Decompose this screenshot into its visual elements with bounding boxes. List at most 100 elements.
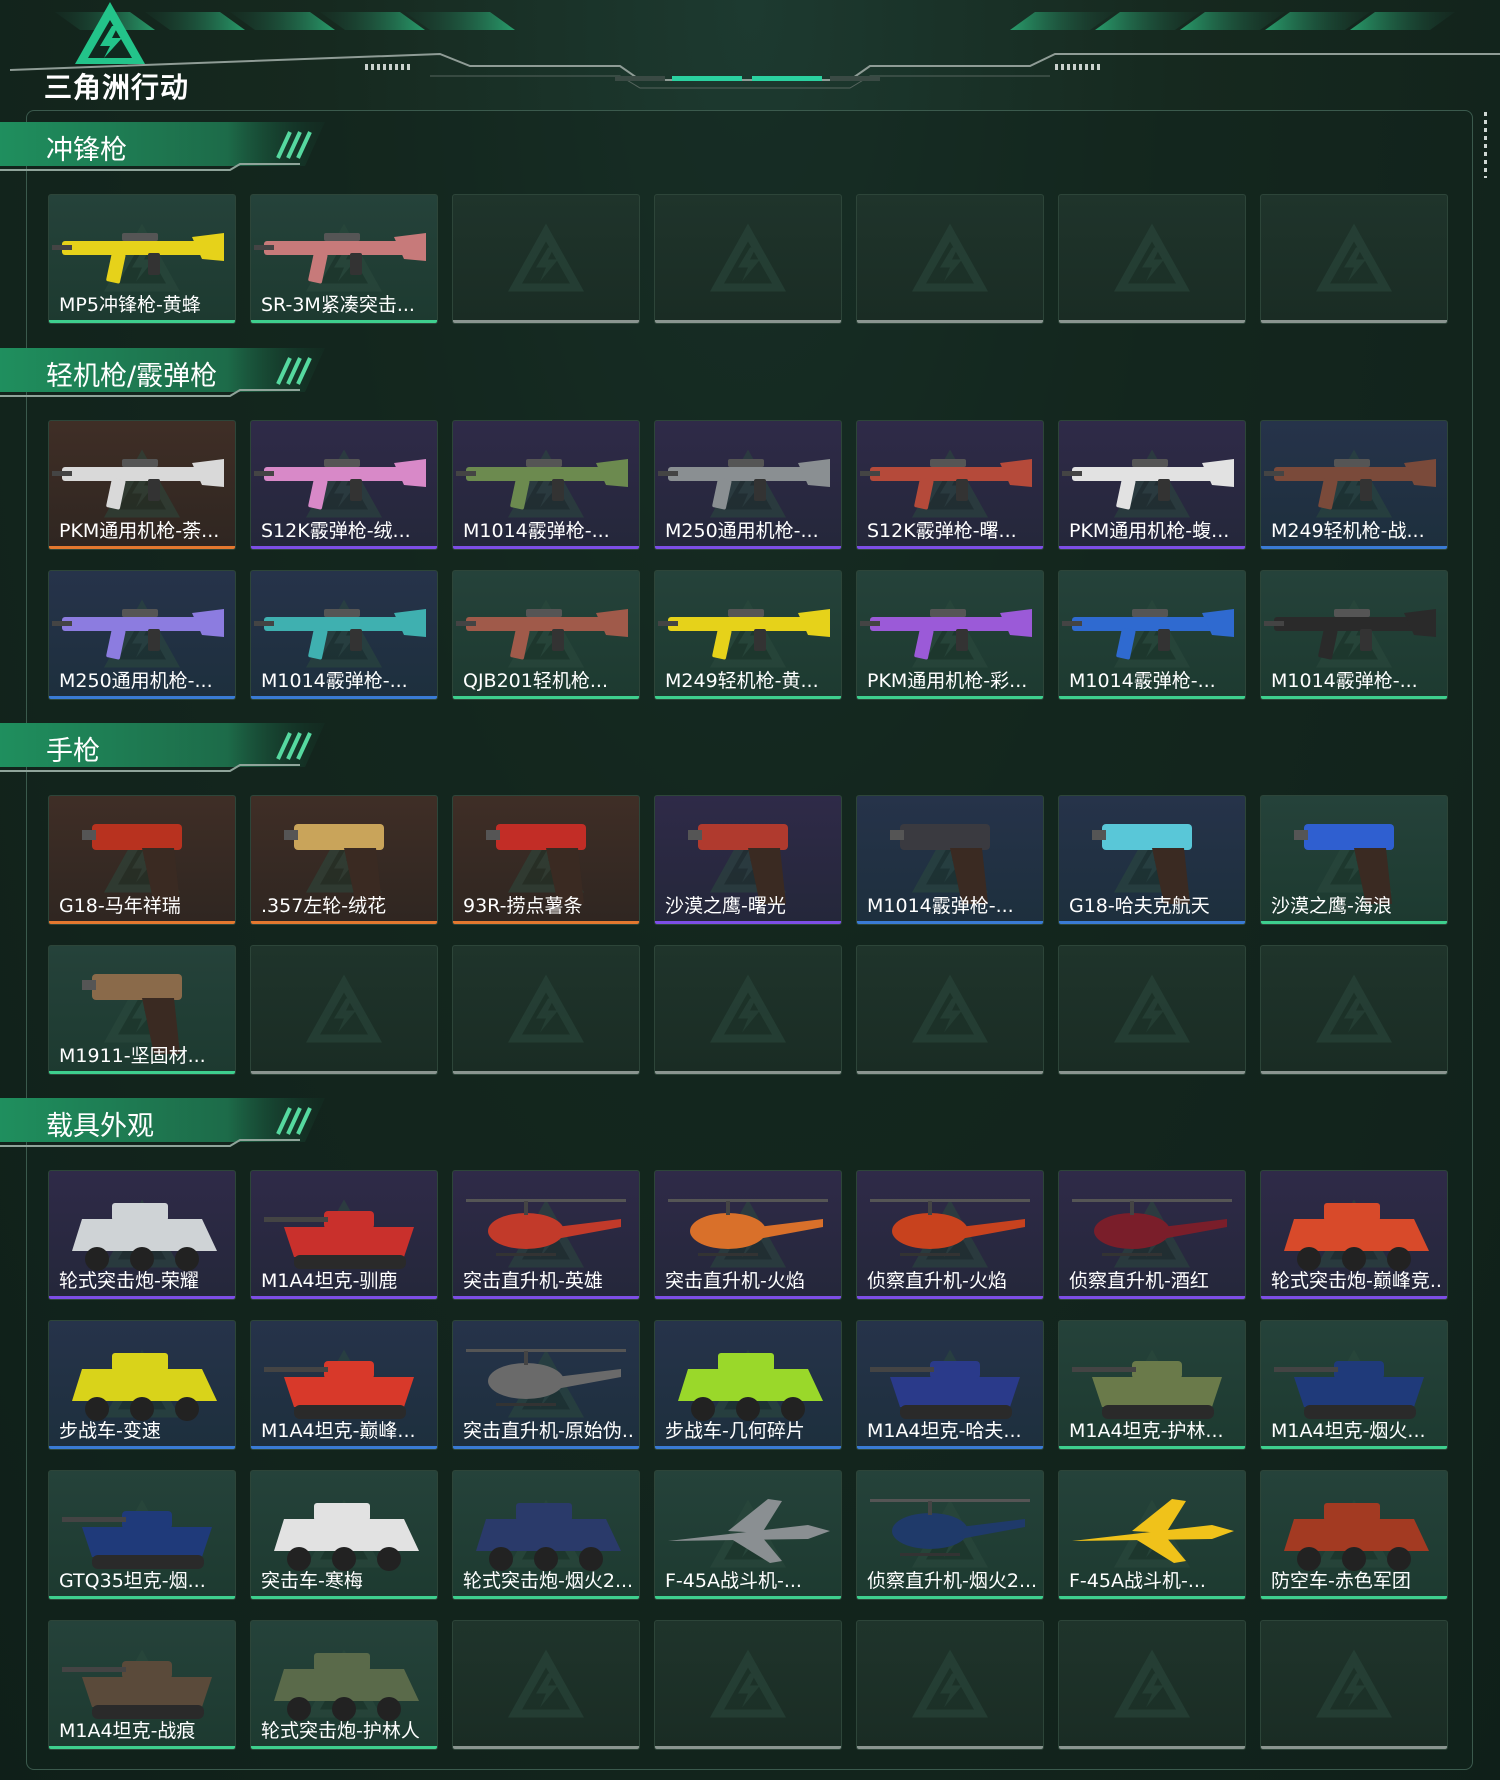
- skin-card[interactable]: F-45A战斗机-...: [1058, 1470, 1246, 1600]
- skin-card-label: M250通用机枪-...: [665, 520, 819, 542]
- skin-card-label: GTQ35坦克-烟...: [59, 1570, 206, 1592]
- skin-card-label: 沙漠之鹰-曙光: [665, 895, 786, 917]
- rifle-icon: [52, 609, 224, 660]
- skin-card[interactable]: M1A4坦克-巅峰...: [250, 1320, 438, 1450]
- skin-card-label: 突击直升机-英雄: [463, 1270, 603, 1292]
- skin-card[interactable]: 轮式突击炮-烟火2...: [452, 1470, 640, 1600]
- skin-card[interactable]: G18-哈夫克航天: [1058, 795, 1246, 925]
- skin-card[interactable]: 轮式突击炮-护林人: [250, 1620, 438, 1750]
- rarity-stripe: [49, 1296, 235, 1299]
- skin-card[interactable]: SR-3M紧凑突击...: [250, 194, 438, 324]
- skin-card[interactable]: 轮式突击炮-巅峰竞...: [1260, 1170, 1448, 1300]
- skin-card[interactable]: F-45A战斗机-...: [654, 1470, 842, 1600]
- skin-card[interactable]: 突击直升机-英雄: [452, 1170, 640, 1300]
- skin-card[interactable]: 侦察直升机-烟火2...: [856, 1470, 1044, 1600]
- skin-card[interactable]: PKM通用机枪-彩...: [856, 570, 1044, 700]
- tank-icon: [264, 1361, 414, 1419]
- skin-card[interactable]: M250通用机枪-...: [48, 570, 236, 700]
- skin-card-label: M1014霰弹枪-...: [1271, 670, 1418, 692]
- tank-icon: [62, 1511, 212, 1569]
- skin-card-label: M1911-坚固材...: [59, 1045, 206, 1067]
- skin-card[interactable]: M1A4坦克-烟火...: [1260, 1320, 1448, 1450]
- skin-card[interactable]: 突击车-寒梅: [250, 1470, 438, 1600]
- skin-card[interactable]: M1014霰弹枪-...: [1058, 570, 1246, 700]
- rarity-stripe: [251, 921, 437, 924]
- skin-card[interactable]: 侦察直升机-火焰: [856, 1170, 1044, 1300]
- skin-card[interactable]: G18-马年祥瑞: [48, 795, 236, 925]
- skin-card[interactable]: 突击直升机-原始伪...: [452, 1320, 640, 1450]
- rifle-icon: [658, 609, 830, 660]
- empty-slot-stripe: [453, 320, 639, 323]
- rifle-icon: [1264, 459, 1436, 510]
- section-header: 冲锋枪: [0, 122, 330, 172]
- skin-card[interactable]: M1014霰弹枪-...: [250, 570, 438, 700]
- skin-card[interactable]: M1A4坦克-战痕: [48, 1620, 236, 1750]
- rarity-stripe: [453, 1446, 639, 1449]
- skin-card[interactable]: M1014霰弹枪-...: [856, 795, 1044, 925]
- skin-card[interactable]: 侦察直升机-酒红: [1058, 1170, 1246, 1300]
- rarity-stripe: [49, 320, 235, 323]
- skin-card[interactable]: 步战车-变速: [48, 1320, 236, 1450]
- rarity-stripe: [655, 1446, 841, 1449]
- skin-card[interactable]: 沙漠之鹰-海浪: [1260, 795, 1448, 925]
- item-row: MP5冲锋枪-黄蜂 SR-3M紧凑突击...: [48, 194, 1448, 324]
- rifle-icon: [52, 459, 224, 510]
- item-row: PKM通用机枪-荼... S12K霰弹枪-绒... M1014霰弹枪-... M250…: [48, 420, 1448, 550]
- rifle-icon: [456, 459, 628, 510]
- skin-card[interactable]: M249轻机枪-战...: [1260, 420, 1448, 550]
- rarity-stripe: [1261, 921, 1447, 924]
- skin-card[interactable]: 沙漠之鹰-曙光: [654, 795, 842, 925]
- skin-card[interactable]: S12K霰弹枪-绒...: [250, 420, 438, 550]
- skin-card[interactable]: S12K霰弹枪-曙...: [856, 420, 1044, 550]
- skin-card[interactable]: PKM通用机枪-荼...: [48, 420, 236, 550]
- skin-card[interactable]: M1A4坦克-护林...: [1058, 1320, 1246, 1450]
- skin-card-label: G18-马年祥瑞: [59, 895, 181, 917]
- skin-card[interactable]: M1911-坚固材...: [48, 945, 236, 1075]
- skin-card[interactable]: M1014霰弹枪-...: [452, 420, 640, 550]
- skin-card[interactable]: M1A4坦克-驯鹿: [250, 1170, 438, 1300]
- empty-slot-stripe: [655, 1071, 841, 1074]
- armored-car-icon: [678, 1353, 823, 1421]
- skin-card[interactable]: 突击直升机-火焰: [654, 1170, 842, 1300]
- rarity-stripe: [251, 320, 437, 323]
- skin-card[interactable]: QJB201轻机枪...: [452, 570, 640, 700]
- rarity-stripe: [1261, 1596, 1447, 1599]
- skin-card[interactable]: M249轻机枪-黄...: [654, 570, 842, 700]
- empty-slot: [856, 945, 1044, 1075]
- rifle-icon: [52, 233, 224, 284]
- skin-card-label: 侦察直升机-酒红: [1069, 1270, 1209, 1292]
- rifle-icon: [254, 233, 426, 284]
- delta-watermark-icon: [1114, 974, 1190, 1043]
- skin-card[interactable]: 93R-捞点薯条: [452, 795, 640, 925]
- rarity-stripe: [1261, 1446, 1447, 1449]
- rarity-stripe: [453, 1596, 639, 1599]
- skin-card[interactable]: M1A4坦克-哈夫...: [856, 1320, 1044, 1450]
- skin-card[interactable]: GTQ35坦克-烟...: [48, 1470, 236, 1600]
- skin-card-label: PKM通用机枪-荼...: [59, 520, 220, 542]
- skin-card[interactable]: 轮式突击炮-荣耀: [48, 1170, 236, 1300]
- empty-slot-stripe: [453, 1746, 639, 1749]
- skin-card-label: PKM通用机枪-彩...: [867, 670, 1028, 692]
- skin-card[interactable]: .357左轮-绒花: [250, 795, 438, 925]
- rarity-stripe: [251, 546, 437, 549]
- empty-slot: [1260, 1620, 1448, 1750]
- skin-card-label: 突击直升机-火焰: [665, 1270, 805, 1292]
- rarity-stripe: [857, 1296, 1043, 1299]
- delta-watermark-icon: [710, 223, 786, 292]
- skin-card[interactable]: 步战车-几何碎片: [654, 1320, 842, 1450]
- skin-card[interactable]: 防空车-赤色军团: [1260, 1470, 1448, 1600]
- item-row: G18-马年祥瑞 .357左轮-绒花 93R-捞点薯条 沙漠之鹰-曙光 M1014霰弹枪…: [48, 795, 1448, 925]
- skin-card[interactable]: MP5冲锋枪-黄蜂: [48, 194, 236, 324]
- scrollbar-indicator[interactable]: [1484, 112, 1487, 178]
- rifle-icon: [1062, 459, 1234, 510]
- skin-card[interactable]: M250通用机枪-...: [654, 420, 842, 550]
- rarity-stripe: [453, 921, 639, 924]
- skin-card-label: 突击车-寒梅: [261, 1570, 363, 1592]
- delta-watermark-icon: [710, 1649, 786, 1718]
- rarity-stripe: [49, 1446, 235, 1449]
- skin-card-label: .357左轮-绒花: [261, 895, 387, 917]
- empty-slot-stripe: [1261, 1746, 1447, 1749]
- skin-card[interactable]: PKM通用机枪-蝮...: [1058, 420, 1246, 550]
- skin-card-label: S12K霰弹枪-曙...: [867, 520, 1017, 542]
- skin-card[interactable]: M1014霰弹枪-...: [1260, 570, 1448, 700]
